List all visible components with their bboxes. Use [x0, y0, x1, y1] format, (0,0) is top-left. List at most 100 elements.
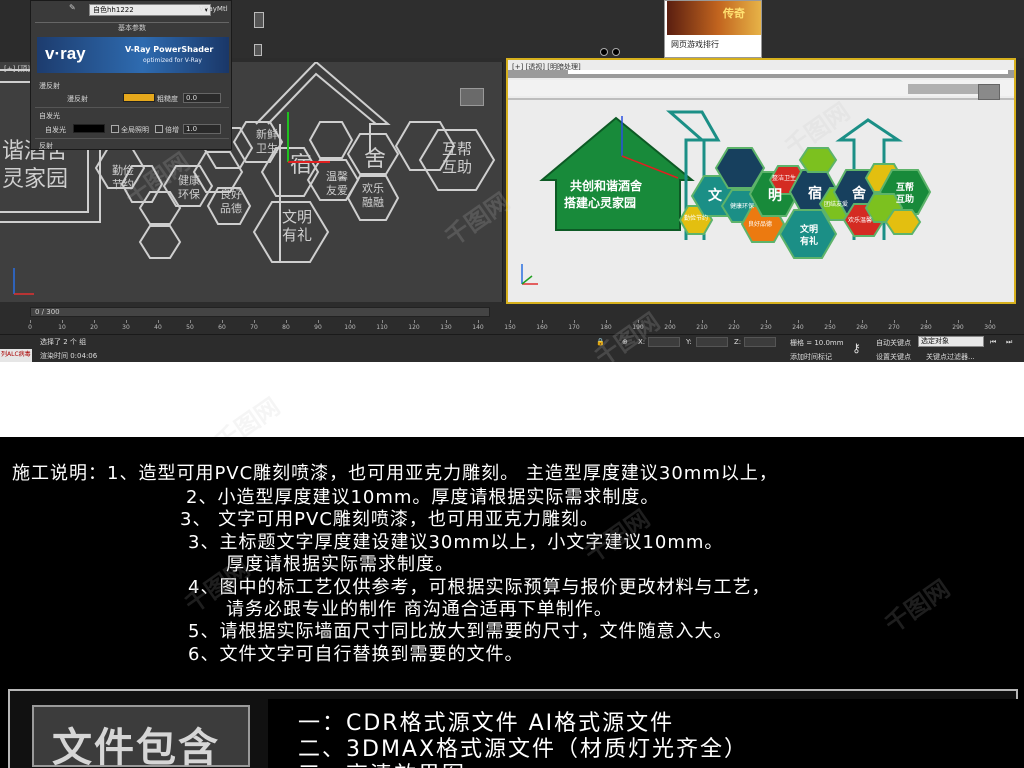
eyedropper-icon[interactable]: ✎ [69, 3, 85, 16]
hex-text-wireframe: 品德 [220, 201, 242, 215]
ruler-tick [222, 320, 223, 323]
timeline[interactable]: 0 / 300 0 10 20 30 40 50 60 70 80 90 100 110 120 130 1… [0, 304, 1024, 334]
time-slider[interactable]: 0 / 300 [30, 307, 490, 317]
material-type[interactable]: VRayMtl [199, 5, 228, 13]
y-coordinate-field[interactable] [696, 337, 728, 347]
ruler-tick [958, 320, 959, 323]
viewcube-icon[interactable] [460, 88, 484, 106]
hubang-line: 互帮 [896, 181, 914, 193]
add-time-tag[interactable]: 添加时间标记 [790, 352, 832, 362]
3dsmax-window: 传奇 网页游戏排行 [+] [顶] [线框] 勤俭 节约 健康 环保 良好 品德… [0, 0, 1024, 362]
material-name-dropdown[interactable]: 自色hh1222 ▾ [89, 4, 211, 16]
auto-key-button[interactable]: 自动关键点 [876, 338, 911, 348]
set-key-button[interactable]: 设置关键点 [876, 352, 911, 362]
ruler-tick [190, 320, 191, 323]
ruler-tick [382, 320, 383, 323]
house-line-1: 共创和谐酒舍 [570, 178, 643, 193]
vray-subtitle: optimized for V-Ray [143, 57, 202, 64]
vray-product-name: V-Ray PowerShader [125, 45, 214, 54]
selfillum-label: 自发光 [45, 126, 66, 134]
note-line: 6、文件文字可自行替换到需要的文件。 [188, 644, 524, 665]
hex-text-wireframe: 勤俭 [112, 163, 134, 177]
ruler-tick [894, 320, 895, 323]
playback-icon[interactable]: ⏭ [1006, 338, 1012, 347]
ruler-tick [798, 320, 799, 323]
files-title: 文件包含 [52, 725, 220, 768]
key-mode-dropdown[interactable]: 选定对象 [918, 336, 984, 347]
toolbar-small-button[interactable] [254, 44, 262, 56]
hex-text-wireframe: 良好 [220, 187, 242, 201]
house-line-2: 搭建心灵家园 [564, 195, 636, 210]
render-time: 渲染时间 0:04:06 [40, 352, 98, 360]
ruler-tick [254, 320, 255, 323]
ruler-tick-label: 20 [90, 324, 98, 331]
viewcube-icon[interactable] [978, 84, 1000, 100]
ruler-tick-label: 90 [314, 324, 322, 331]
ruler-tick-label: 30 [122, 324, 130, 331]
small-hex-text: 欢乐温馨 [848, 216, 872, 224]
record-icon[interactable] [600, 48, 608, 56]
grid-size: 栅格 = 10.0mm [790, 339, 844, 347]
diffuse-group-label: 漫反射 [39, 82, 60, 90]
game-banner-image [667, 1, 761, 35]
selfillum-color-swatch[interactable] [73, 124, 105, 133]
ruler-tick-label: 150 [504, 324, 516, 331]
z-coordinate-field[interactable] [744, 337, 776, 347]
ruler-tick-label: 290 [952, 324, 964, 331]
construction-notes: 施工说明：1、造型可用PVC雕刻喷漆，也可用亚克力雕刻。 主造型厚度建议30mm… [0, 437, 1024, 687]
diffuse-color-swatch[interactable] [123, 93, 155, 102]
multiplier-label: 倍增 [165, 126, 179, 134]
toolbar-toggle-button[interactable] [254, 12, 264, 28]
ruler-tick-label: 70 [250, 324, 258, 331]
divider [35, 138, 229, 139]
frame-ruler[interactable]: 0 10 20 30 40 50 60 70 80 90 100 110 120 130 140 150 160… [28, 320, 996, 334]
playback-icon[interactable]: ⏮ [990, 338, 996, 347]
file-line: 三、高清效果图 [298, 757, 466, 768]
ad-thumbnail[interactable]: 传奇 网页游戏排行 [664, 0, 762, 58]
gi-checkbox[interactable] [111, 125, 119, 133]
ruler-tick-label: 40 [154, 324, 162, 331]
small-hex-text: 良好品德 [748, 220, 772, 228]
key-icon[interactable]: ⚷ [852, 341, 861, 355]
ruler-tick [478, 320, 479, 323]
note-line: 施工说明：1、造型可用PVC雕刻喷漆，也可用亚克力雕刻。 主造型厚度建议30mm… [12, 463, 778, 484]
ruler-tick-label: 110 [376, 324, 388, 331]
ruler-tick [286, 320, 287, 323]
roughness-spinner[interactable]: 0.0 [183, 93, 221, 103]
ruler-tick-label: 10 [58, 324, 66, 331]
small-hex-text: 健康环保 [730, 202, 754, 210]
roughness-label: 粗糙度 [157, 95, 178, 103]
viewport-perspective[interactable]: [+] [透视] [明暗处理] 共创和谐酒舍 搭建心灵家园 文 明 宿 舍 文明… [506, 58, 1016, 304]
multiplier-spinner[interactable]: 1.0 [183, 124, 221, 134]
ruler-tick-label: 230 [760, 324, 772, 331]
rollout-header[interactable]: 基本参数 [35, 22, 229, 33]
watermark: 千图网 [879, 574, 955, 639]
small-hex-text: 整洁卫生 [772, 174, 796, 182]
transform-type-in-icon[interactable]: ⊕ [622, 338, 628, 346]
ruler-tick-label: 200 [664, 324, 676, 331]
lock-icon[interactable]: 🔒 [596, 338, 605, 346]
ruler-tick [926, 320, 927, 323]
small-hex-text: 团结友爱 [824, 200, 848, 208]
maxscript-listener[interactable]: 列ALC病毒 [0, 349, 32, 362]
thumbnail-title[interactable]: 网页游戏排行 [671, 39, 719, 50]
top-toolbar-strip [232, 0, 1024, 58]
hex-text-wireframe: 文明 [282, 208, 312, 226]
ruler-tick-label: 50 [186, 324, 194, 331]
x-coordinate-field[interactable] [648, 337, 680, 347]
ruler-tick [734, 320, 735, 323]
key-mode-value: 选定对象 [921, 337, 949, 345]
ruler-tick [350, 320, 351, 323]
hex-text-wireframe: 新鲜 [256, 127, 278, 141]
big-char: 舍 [851, 185, 867, 202]
files-title-box: 文件包含 [32, 705, 250, 768]
ruler-tick [158, 320, 159, 323]
rendered-design: 共创和谐酒舍 搭建心灵家园 文 明 宿 舍 文明 有礼 互帮 互助 勤俭节约 健… [508, 70, 1014, 285]
ruler-tick [702, 320, 703, 323]
record-icon[interactable] [612, 48, 620, 56]
key-filters-button[interactable]: 关键点过滤器... [926, 352, 975, 362]
hex-big-char-wireframe: 宿 [290, 153, 312, 178]
multiplier-checkbox[interactable] [155, 125, 163, 133]
game-logo: 传奇 [723, 7, 745, 20]
wenming-line: 有礼 [800, 235, 818, 247]
